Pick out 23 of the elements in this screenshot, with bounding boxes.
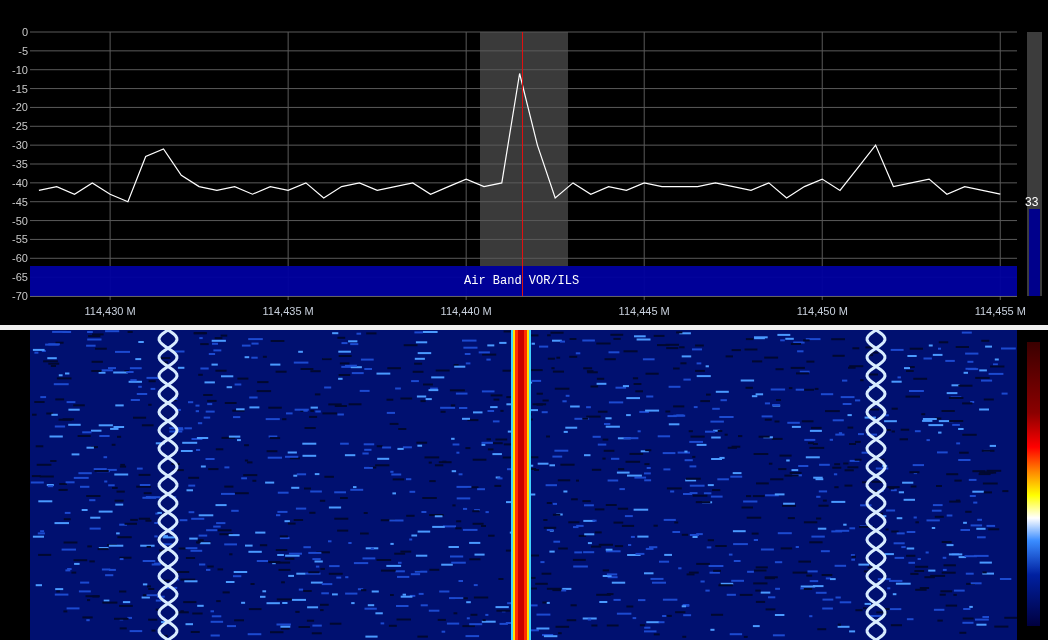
x-axis-label: 114,440 M xyxy=(440,305,492,317)
y-axis-label: -30 xyxy=(12,139,28,152)
y-axis-label: -15 xyxy=(12,82,28,95)
signal-reading: 33 xyxy=(1025,195,1039,208)
x-axis-label: 114,455 M xyxy=(974,305,1026,317)
y-axis-label: -65 xyxy=(12,271,28,284)
y-axis-label: -25 xyxy=(12,120,28,133)
y-axis-label: -5 xyxy=(18,44,28,57)
y-axis-label: -70 xyxy=(12,290,28,302)
y-axis-label: -10 xyxy=(12,63,28,76)
y-axis-label: 0 xyxy=(21,26,28,38)
y-axis-label: -35 xyxy=(12,158,28,170)
y-axis-label: -55 xyxy=(12,233,28,246)
y-axis-label: -45 xyxy=(12,195,28,208)
x-axis-label: 114,430 M xyxy=(84,305,136,317)
band-label: Air Band VOR/ILS xyxy=(464,273,580,290)
y-axis-label: -60 xyxy=(12,252,28,265)
y-axis-label: -20 xyxy=(12,101,28,114)
x-axis-label: 114,445 M xyxy=(618,305,670,317)
x-axis-label: 114,435 M xyxy=(262,305,314,317)
x-axis-label: 114,450 M xyxy=(796,305,848,317)
y-axis-label: -50 xyxy=(12,214,28,227)
y-axis-label: -40 xyxy=(12,176,28,189)
